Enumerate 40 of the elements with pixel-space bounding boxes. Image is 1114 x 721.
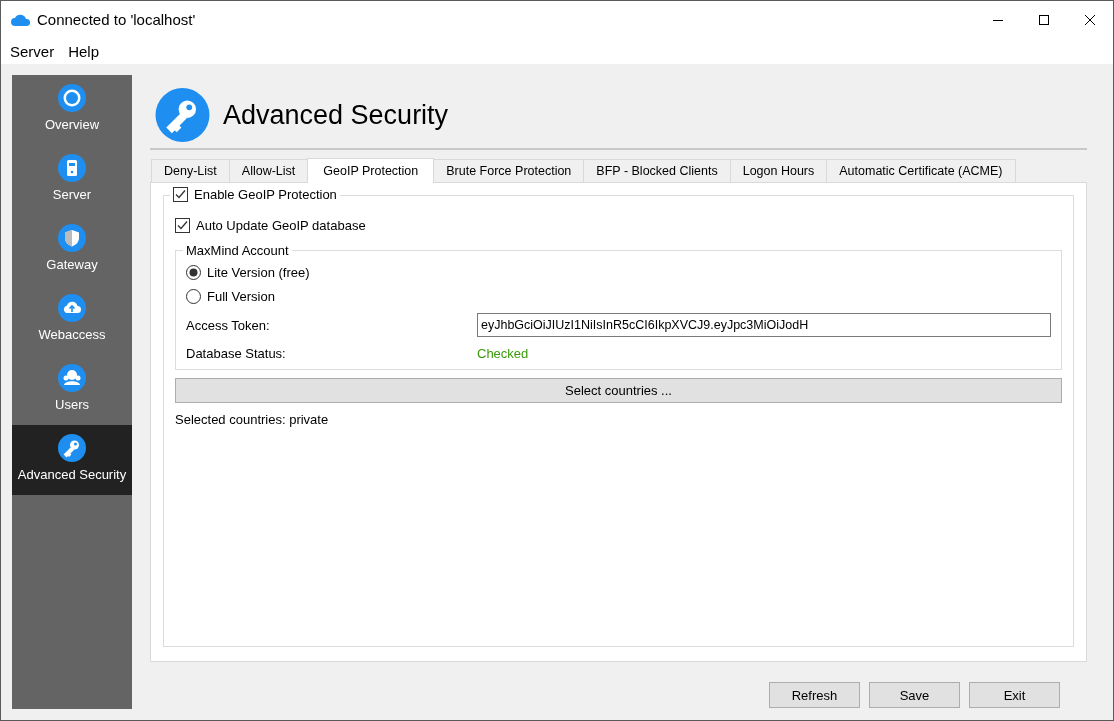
checkbox[interactable] — [175, 218, 190, 233]
window-title: Connected to 'localhost' — [37, 11, 197, 28]
menu-item[interactable]: Server — [3, 42, 62, 60]
users-icon — [58, 364, 86, 392]
tab[interactable]: GeoIP Protection — [307, 158, 435, 183]
menu-item[interactable]: Help — [61, 42, 107, 60]
field-label: Access Token: — [186, 317, 271, 333]
cloud-icon — [11, 12, 31, 27]
action-button[interactable]: Save — [869, 682, 960, 708]
radio-label[interactable]: Full Version — [207, 289, 275, 304]
sidebar-item[interactable]: Users — [12, 355, 132, 425]
selected-countries-text: Selected countries: private — [175, 412, 330, 427]
sidebar-item[interactable]: Webaccess — [12, 285, 132, 355]
action-button[interactable]: Exit — [969, 682, 1060, 708]
radio-label[interactable]: Lite Version (free) — [207, 265, 310, 280]
sidebar-item[interactable]: Overview — [12, 75, 132, 145]
checkbox[interactable] — [173, 187, 188, 202]
maximize-icon[interactable] — [1038, 13, 1050, 26]
server-icon — [58, 154, 86, 182]
group-legend: MaxMind Account — [183, 243, 292, 258]
radio-button[interactable] — [186, 265, 201, 280]
sidebar-item[interactable]: Gateway — [12, 215, 132, 285]
action-button[interactable]: Refresh — [769, 682, 860, 708]
key-icon — [58, 434, 86, 462]
status-text: Checked — [477, 346, 530, 361]
sidebar-item[interactable]: Advanced Security — [12, 425, 132, 495]
close-icon[interactable] — [1084, 13, 1096, 26]
tab[interactable]: Automatic Certificate (ACME) — [826, 159, 1016, 182]
select-countries-button[interactable]: Select countries ... — [175, 378, 1062, 403]
key-icon — [153, 88, 212, 142]
radio-button[interactable] — [186, 289, 201, 304]
tab[interactable]: Deny-List — [151, 159, 230, 182]
ring-icon — [58, 84, 86, 112]
shield-icon — [58, 224, 86, 252]
access-token-field[interactable]: eyJhbGciOiJIUzI1NiIsInR5cCI6IkpXVCJ9.eyJpc3MiOiJodH — [477, 313, 1051, 337]
cloud-upload-icon — [58, 294, 86, 322]
checkbox-label[interactable]: Auto Update GeoIP database — [196, 218, 366, 233]
sidebar-item[interactable]: Server — [12, 145, 132, 215]
page-title: Advanced Security — [223, 99, 449, 131]
field-label: Database Status: — [186, 346, 287, 361]
